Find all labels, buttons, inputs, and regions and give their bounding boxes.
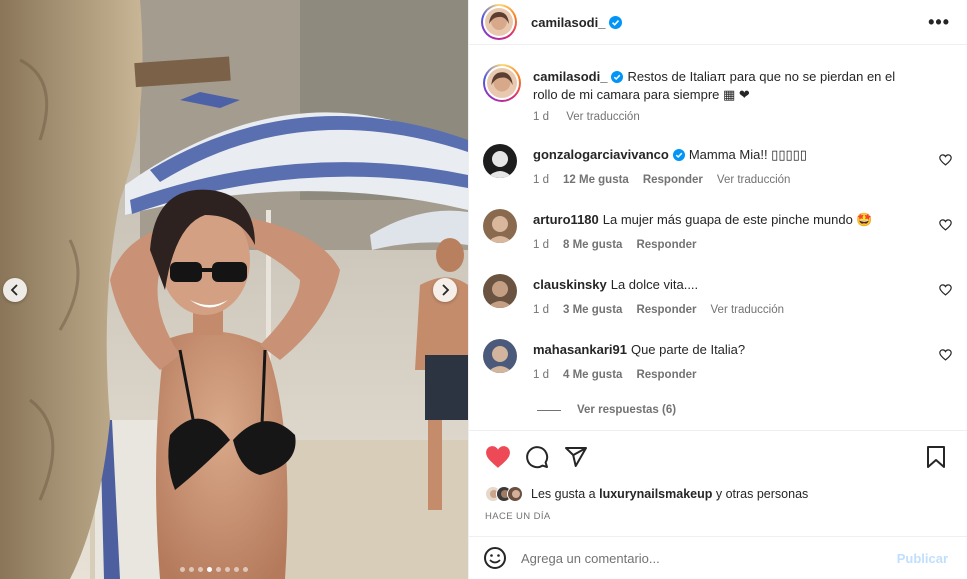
reply-button[interactable]: Responder: [636, 304, 696, 316]
commenter-avatar[interactable]: [483, 274, 517, 308]
caption-meta: 1 d Ver traducción: [533, 111, 654, 123]
likes-suffix: y otras personas: [715, 487, 809, 501]
more-options-icon[interactable]: •••: [928, 12, 950, 33]
carousel-dot: [198, 567, 203, 572]
commenter-avatar[interactable]: [483, 144, 517, 178]
carousel-dot: [243, 567, 248, 572]
post-timestamp: HACE UN DÍA: [485, 511, 551, 522]
verified-badge-icon: [611, 71, 624, 83]
comment-text: mahasankari91 Que parte de Italia?: [533, 341, 923, 359]
heart-outline-icon[interactable]: [939, 284, 952, 296]
heart-outline-icon[interactable]: [939, 349, 952, 361]
reply-button[interactable]: Responder: [636, 239, 696, 251]
comment-item: mahasankari91 Que parte de Italia? 1 d 4 Me…: [483, 339, 958, 399]
carousel-dot: [225, 567, 230, 572]
likes-user-link[interactable]: luxurynailsmakeup: [599, 487, 712, 501]
comment-likes-count[interactable]: 8 Me gusta: [563, 239, 622, 251]
carousel-dot: [189, 567, 194, 572]
chevron-right-icon: [442, 284, 450, 296]
author-avatar: [485, 8, 513, 36]
comment-time: 1 d: [533, 369, 549, 381]
comment-meta: 1 d 4 Me gusta Responder: [533, 369, 711, 381]
author-avatar-ring[interactable]: [481, 4, 517, 40]
post-header: camilasodi_ •••: [469, 0, 967, 45]
comment-time: 1 d: [533, 304, 549, 316]
carousel-dot: [207, 567, 212, 572]
carousel-indicator: [180, 567, 248, 572]
carousel-prev-button[interactable]: [3, 278, 27, 302]
comment-input[interactable]: [521, 550, 881, 566]
comment-text: clauskinsky La dolce vita....: [533, 276, 923, 294]
post-photo: [0, 0, 468, 579]
emoji-icon[interactable]: [483, 546, 507, 570]
comment-time: 1 d: [533, 174, 549, 186]
comment-content: Que parte de Italia?: [630, 342, 746, 357]
caption: camilasodi_ Restos de Italiaπ para que no…: [483, 64, 958, 134]
view-replies-button[interactable]: Ver respuestas (6): [537, 404, 676, 416]
commenter-username[interactable]: arturo1180: [533, 212, 599, 227]
comment-likes-count[interactable]: 3 Me gusta: [563, 304, 622, 316]
author-username[interactable]: camilasodi_: [531, 15, 605, 30]
comment-item: arturo1180 La mujer más guapa de este pin…: [483, 209, 958, 269]
caption-text: camilasodi_ Restos de Italiaπ para que no…: [533, 68, 923, 104]
share-icon[interactable]: [564, 445, 588, 469]
heart-filled-icon[interactable]: [485, 445, 511, 469]
commenter-avatar[interactable]: [483, 339, 517, 373]
verified-badge-icon: [672, 149, 685, 161]
comment-meta: 1 d 8 Me gusta Responder: [533, 239, 711, 251]
comment-text: gonzalogarciavivanco Mamma Mia!! ▯▯▯▯▯: [533, 146, 923, 164]
comment-meta: 1 d 3 Me gusta Responder Ver traducción: [533, 304, 798, 316]
comment-content: Mamma Mia!! ▯▯▯▯▯: [688, 147, 807, 162]
reply-button[interactable]: Responder: [636, 369, 696, 381]
comment-content: La mujer más guapa de este pinche mundo …: [602, 212, 873, 227]
replies-divider: [537, 409, 561, 411]
verified-badge-icon: [609, 15, 623, 29]
liker-avatar: [507, 486, 523, 502]
post-actions: Les gusta a luxurynailsmakeup y otras pe…: [469, 430, 967, 530]
comment-likes-count[interactable]: 4 Me gusta: [563, 369, 622, 381]
caption-avatar: [487, 68, 517, 98]
comment-text: arturo1180 La mujer más guapa de este pin…: [533, 211, 923, 229]
comment-item: clauskinsky La dolce vita.... 1 d 3 Me gust…: [483, 274, 958, 334]
see-translation-button[interactable]: Ver traducción: [566, 111, 640, 123]
commenter-username[interactable]: gonzalogarciavivanco: [533, 147, 669, 162]
view-replies-label: Ver respuestas (6): [577, 404, 677, 416]
chevron-left-icon: [10, 284, 18, 296]
commenter-username[interactable]: mahasankari91: [533, 342, 627, 357]
likes-prefix: Les gusta a: [531, 487, 596, 501]
carousel-dot: [234, 567, 239, 572]
see-translation-button[interactable]: Ver traducción: [717, 174, 791, 186]
commenter-username[interactable]: clauskinsky: [533, 277, 607, 292]
comment-time: 1 d: [533, 239, 549, 251]
caption-time: 1 d: [533, 111, 549, 123]
see-translation-button[interactable]: Ver traducción: [711, 304, 785, 316]
heart-outline-icon[interactable]: [939, 154, 952, 166]
post-sidebar: camilasodi_ ••• camilasodi_ Restos de Ita…: [468, 0, 967, 579]
comment-icon[interactable]: [525, 445, 549, 469]
publish-button[interactable]: Publicar: [897, 551, 948, 566]
carousel-next-button[interactable]: [433, 278, 457, 302]
comment-item: gonzalogarciavivanco Mamma Mia!! ▯▯▯▯▯ 1 d…: [483, 144, 958, 204]
likers-avatars: [485, 486, 523, 502]
reply-button[interactable]: Responder: [643, 174, 703, 186]
likes-summary[interactable]: Les gusta a luxurynailsmakeup y otras pe…: [485, 486, 808, 502]
bookmark-icon[interactable]: [925, 445, 947, 469]
caption-avatar-ring[interactable]: [483, 64, 521, 102]
carousel-dot: [180, 567, 185, 572]
beach-photo-image: [0, 0, 468, 579]
carousel-dot: [216, 567, 221, 572]
comment-meta: 1 d 12 Me gusta Responder Ver traducción: [533, 174, 804, 186]
commenter-avatar[interactable]: [483, 209, 517, 243]
comment-content: La dolce vita....: [610, 277, 699, 292]
caption-username[interactable]: camilasodi_: [533, 69, 607, 84]
heart-outline-icon[interactable]: [939, 219, 952, 231]
comment-likes-count[interactable]: 12 Me gusta: [563, 174, 629, 186]
add-comment-bar: Publicar: [469, 536, 967, 579]
